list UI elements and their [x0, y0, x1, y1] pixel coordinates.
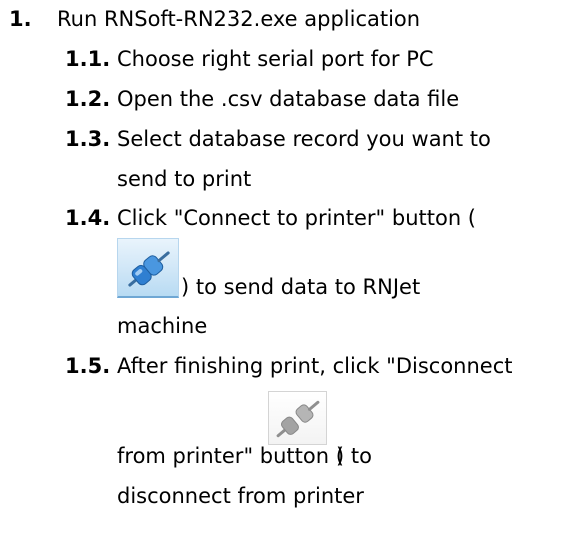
item-text-1-4-line2: ) to send data to RNJet [181, 275, 421, 299]
item-number-1-4: 1.4. [65, 206, 111, 230]
item-number-1-1: 1.1. [65, 47, 111, 71]
item-text-1-3-line1: Select database record you want to [117, 127, 491, 151]
connect-plug-icon [117, 238, 179, 298]
item-text-1-1: Choose right serial port for PC [117, 47, 434, 71]
item-text-1-3-line2: send to print [117, 167, 252, 191]
item-number-1-3: 1.3. [65, 127, 111, 151]
item-number-1: 1. [9, 7, 32, 31]
item-text-1-5-line4: disconnect from printer [117, 484, 364, 508]
item-text-1-5-line1: After finishing print, click "Disconnect [117, 354, 513, 378]
item-text-1-5-line3: ) to [336, 444, 372, 468]
connect-plug-icon-graphic [128, 251, 170, 287]
item-number-1-5: 1.5. [65, 354, 111, 378]
item-text-1: Run RNSoft-RN232.exe application [57, 7, 421, 31]
disconnect-plug-icon-graphic [276, 400, 320, 438]
disconnect-plug-icon [268, 391, 327, 445]
item-number-1-2: 1.2. [65, 87, 111, 111]
item-text-1-5-line2: from printer" button ( [117, 444, 344, 468]
instruction-document: 1. Run RNSoft-RN232.exe application 1.1.… [0, 0, 568, 533]
item-text-1-4-line1: Click "Connect to printer" button ( [117, 206, 476, 230]
item-text-1-4-line3: machine [117, 314, 208, 338]
item-text-1-2: Open the .csv database data file [117, 87, 460, 111]
